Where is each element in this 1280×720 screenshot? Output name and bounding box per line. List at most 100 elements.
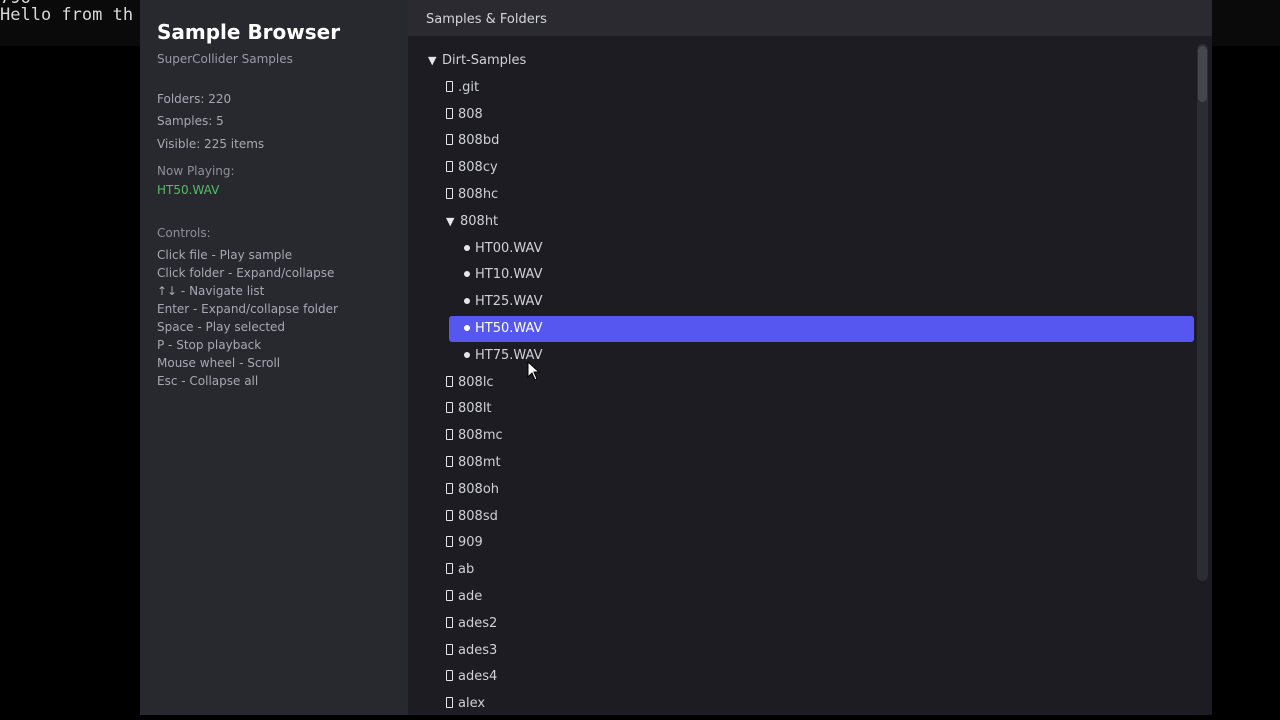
control-hint: Mouse wheel - Scroll [157, 356, 281, 370]
tree-folder-808mt[interactable]: 808mt [446, 450, 501, 476]
folder-box-icon [446, 697, 453, 709]
tree-folder-808lc[interactable]: 808lc [446, 370, 494, 396]
tree-item-label: 808lt [458, 401, 492, 417]
tree-item-label: 909 [458, 535, 483, 551]
folder-box-icon [446, 134, 453, 146]
tree-item-label: HT50.WAV [475, 321, 543, 336]
background-terminal-edge [1212, 0, 1280, 46]
bullet-dot-icon [464, 271, 470, 278]
tree-folder-ades4[interactable]: ades4 [446, 664, 497, 690]
folder-box-icon [446, 670, 453, 682]
triangle-down-icon: ▼ [446, 214, 455, 228]
tree-folder-git[interactable]: .git [446, 75, 479, 101]
app-subtitle: SuperCollider Samples [157, 52, 293, 66]
tree-item-label: 808mt [458, 455, 501, 470]
folder-box-icon [446, 456, 453, 467]
folder-box-icon [446, 536, 453, 548]
tree-folder-808cy[interactable]: 808cy [446, 155, 498, 181]
folder-box-icon [446, 482, 453, 494]
now-playing-label: Now Playing: [157, 164, 235, 178]
tree-item-label: .git [458, 79, 480, 95]
tree-item-label: ab [458, 562, 475, 578]
tree-item-label: 808hc [458, 187, 499, 202]
tree-item-label: ade [458, 589, 483, 604]
bullet-dot-icon [464, 325, 470, 331]
vertical-scrollbar[interactable] [1197, 44, 1208, 581]
triangle-down-icon: ▼ [428, 54, 437, 67]
main-header: Samples & Folders [408, 0, 1212, 36]
control-hint: ↑↓ - Navigate list [157, 284, 265, 298]
tree-item-label: HT10.WAV [475, 267, 543, 283]
controls-heading: Controls: [157, 226, 211, 240]
tree-item-label: Dirt-Samples [442, 53, 527, 68]
tree-item-label: 808sd [458, 508, 498, 524]
now-playing-value: HT50.WAV [157, 183, 220, 197]
tree-item-label: 808cy [458, 160, 498, 176]
folder-box-icon [446, 107, 453, 119]
tree-file-ht00-wav[interactable]: HT00.WAV [464, 236, 543, 262]
tree-folder-808mc[interactable]: 808mc [446, 423, 503, 449]
tree-folder-ades3[interactable]: ades3 [446, 638, 497, 664]
tree-file-ht10-wav[interactable]: HT10.WAV [464, 262, 543, 288]
tree-folder-ab[interactable]: ab [446, 557, 474, 583]
tree-folder-ade[interactable]: ade [446, 584, 482, 610]
control-hint: Space - Play selected [157, 320, 286, 334]
bullet-dot-icon [464, 244, 470, 251]
tree-folder-808[interactable]: 808 [446, 102, 483, 128]
visible-count: Visible: 225 items [157, 137, 265, 151]
control-hint: Click folder - Expand/collapse [157, 266, 335, 280]
tree-item-label: HT25.WAV [475, 294, 543, 310]
samples-count: Samples: 5 [157, 114, 224, 128]
folder-box-icon [446, 643, 453, 655]
sample-browser-window: Sample Browser SuperCollider Samples Fol… [140, 0, 1212, 715]
tree-folder-ades2[interactable]: ades2 [446, 611, 497, 637]
folder-box-icon [446, 509, 453, 521]
tree-item-label: ades2 [458, 615, 498, 631]
tree-item-label: 808lc [458, 374, 494, 390]
tree-folder-alex[interactable]: alex [446, 691, 485, 715]
tree-item-label: HT00.WAV [475, 240, 543, 256]
sidebar: Sample Browser SuperCollider Samples Fol… [140, 0, 408, 715]
scrollbar-thumb[interactable] [1198, 46, 1207, 102]
app-title: Sample Browser [157, 20, 341, 44]
tree-folder-808ht[interactable]: ▼ 808ht [446, 209, 498, 235]
control-hint: Click file - Play sample [157, 248, 293, 262]
folder-box-icon [446, 616, 453, 628]
control-hint: Enter - Expand/collapse folder [157, 302, 338, 316]
tree-folder-808bd[interactable]: 808bd [446, 128, 499, 154]
mouse-cursor-icon [527, 361, 541, 381]
folder-box-icon [446, 161, 453, 173]
folder-box-icon [446, 80, 453, 92]
tree-item-label: alex [458, 696, 486, 712]
folders-count: Folders: 220 [157, 92, 232, 106]
tree-file-ht25-wav[interactable]: HT25.WAV [464, 289, 543, 315]
tree-folder-808oh[interactable]: 808oh [446, 477, 499, 503]
tree-folder-808lt[interactable]: 808lt [446, 396, 492, 422]
tree-item-label: 808mc [458, 428, 503, 444]
background-terminal: 796 Hello from th [0, 0, 140, 46]
tree-item-label: 808bd [458, 133, 500, 149]
bullet-dot-icon [464, 351, 470, 358]
controls-list: Click file - Play sample Click folder - … [157, 248, 338, 392]
tree-folder-dirt-samples[interactable]: ▼ Dirt-Samples [428, 48, 526, 74]
folder-box-icon [446, 563, 453, 575]
tree-folder-808sd[interactable]: 808sd [446, 504, 498, 530]
folder-box-icon [446, 188, 453, 199]
folder-box-icon [446, 402, 453, 414]
tree-item-label: 808ht [460, 213, 499, 229]
tree-item-label: 808 [458, 106, 483, 122]
tree-folder-909[interactable]: 909 [446, 530, 483, 556]
tree-item-label: 808oh [458, 481, 500, 497]
tree-folder-808hc[interactable]: 808hc [446, 182, 498, 208]
control-hint: P - Stop playback [157, 338, 262, 352]
terminal-line: Hello from th [0, 5, 134, 25]
tree-item-label: ades4 [458, 669, 498, 685]
folder-box-icon [446, 375, 453, 387]
tree-file-ht50-wav[interactable]: HT50.WAV [449, 316, 1194, 342]
tree-item-label: ades3 [458, 642, 498, 658]
folder-box-icon [446, 429, 453, 441]
bullet-dot-icon [464, 298, 470, 305]
folder-box-icon [446, 590, 453, 601]
control-hint: Esc - Collapse all [157, 374, 259, 388]
panel-title: Samples & Folders [426, 12, 547, 27]
